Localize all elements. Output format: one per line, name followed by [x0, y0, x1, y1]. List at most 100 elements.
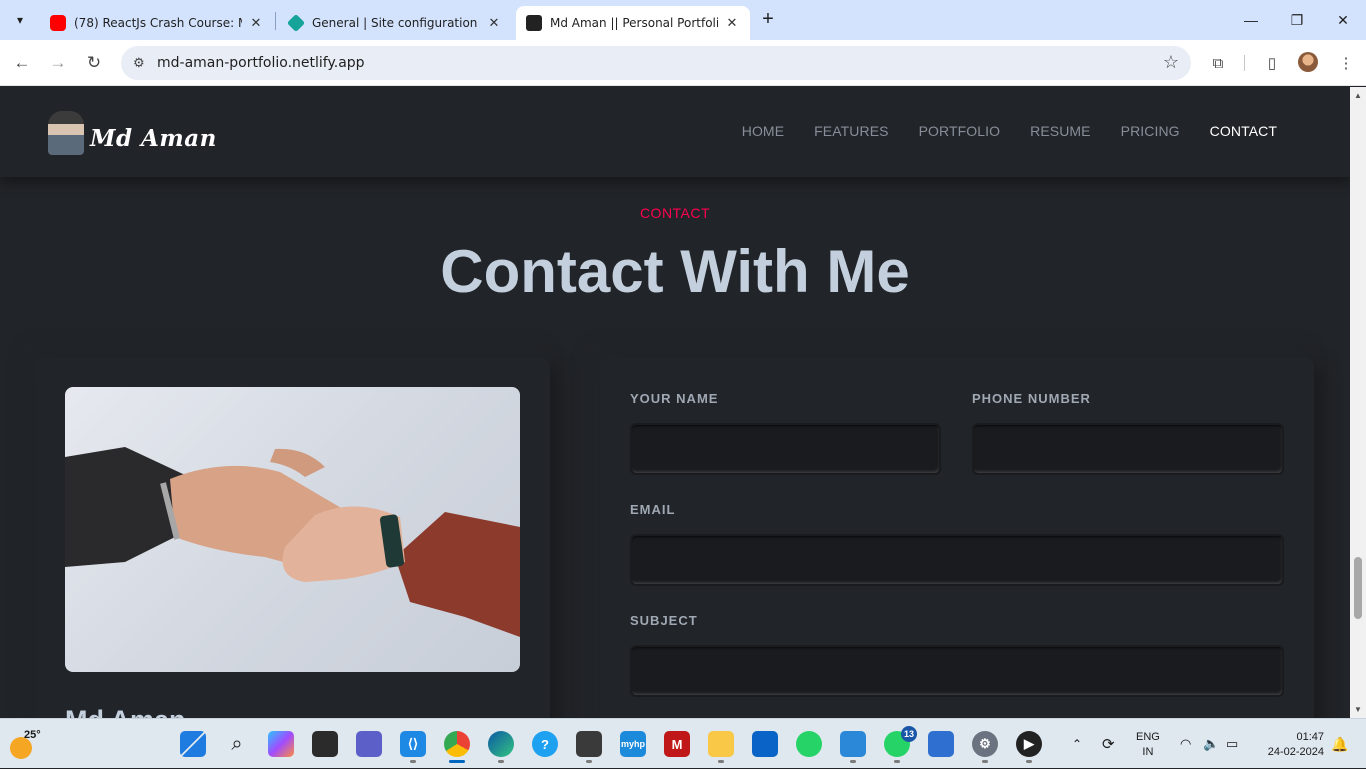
tab-title: General | Site configuration | m [312, 16, 480, 30]
wifi-icon[interactable]: ◠ [1180, 719, 1191, 769]
tab-title: (78) ReactJs Crash Course: Mast [74, 16, 242, 30]
netlify-icon [286, 13, 306, 33]
scroll-up-arrow-icon[interactable]: ▲ [1354, 91, 1362, 100]
system-clock[interactable]: 01:47 24-02-2024 [1258, 730, 1324, 760]
weather-temp: 25° [24, 729, 41, 741]
bookmark-star-icon[interactable]: ☆ [1163, 52, 1179, 73]
nav-features[interactable]: FEATURES [814, 123, 888, 139]
running-indicator [410, 760, 416, 763]
section-title: Contact With Me [440, 238, 910, 305]
file-explorer-icon[interactable] [708, 731, 734, 757]
running-indicator [894, 760, 900, 763]
email-label: EMAIL [630, 502, 676, 517]
back-button[interactable]: ← [8, 49, 36, 77]
subject-label: SUBJECT [630, 613, 698, 628]
scrollbar-thumb[interactable] [1354, 557, 1362, 619]
tab-divider [275, 12, 276, 30]
close-icon[interactable]: ✕ [724, 16, 740, 31]
language-code: ENG [1136, 731, 1160, 743]
clock-time: 01:47 [1296, 731, 1324, 743]
nav-home[interactable]: HOME [742, 123, 784, 139]
myhp-icon[interactable]: myhp [620, 731, 646, 757]
vscode-icon[interactable]: ⟨⟩ [400, 731, 426, 757]
logo-avatar[interactable] [48, 111, 84, 155]
main-nav: HOME FEATURES PORTFOLIO RESUME PRICING C… [742, 123, 1277, 139]
nav-contact[interactable]: CONTACT [1210, 123, 1277, 139]
tab-search-button[interactable]: ▾ [6, 6, 34, 34]
notepad-icon[interactable] [928, 731, 954, 757]
nav-portfolio[interactable]: PORTFOLIO [919, 123, 1001, 139]
youtube-icon [50, 15, 66, 31]
help-icon[interactable]: ? [532, 731, 558, 757]
portfolio-favicon [526, 15, 542, 31]
running-indicator [982, 760, 988, 763]
photos-icon[interactable] [840, 731, 866, 757]
restore-button[interactable]: ❐ [1274, 0, 1320, 40]
battery-icon[interactable]: ▭ [1226, 719, 1238, 769]
sync-icon[interactable]: ⟳ [1102, 719, 1115, 769]
notification-bell-icon[interactable]: 🔔 [1331, 719, 1348, 769]
nav-pricing[interactable]: PRICING [1121, 123, 1180, 139]
name-input[interactable] [630, 423, 941, 475]
address-bar[interactable]: ⚙ md-aman-portfolio.netlify.app ☆ [121, 46, 1191, 80]
extensions-icon[interactable]: ⧉ [1206, 51, 1230, 75]
teams-chat-icon[interactable] [356, 731, 382, 757]
running-indicator [586, 760, 592, 763]
page-scrollbar[interactable]: ▲ ▼ [1350, 87, 1366, 718]
whatsapp-web-icon[interactable] [796, 731, 822, 757]
copilot-icon[interactable] [268, 731, 294, 757]
chevron-up-icon[interactable]: ⌃ [1072, 719, 1082, 769]
tab-strip: ▾ (78) ReactJs Crash Course: Mast ✕ Gene… [0, 0, 1366, 40]
browser-toolbar: ← → ↻ ⚙ md-aman-portfolio.netlify.app ☆ … [0, 40, 1366, 86]
active-indicator [449, 760, 465, 763]
close-icon[interactable]: ✕ [248, 16, 264, 31]
search-icon[interactable]: ⌕ [224, 731, 250, 757]
ms-store-icon[interactable] [752, 731, 778, 757]
contact-form-card: YOUR NAME PHONE NUMBER EMAIL SUBJECT [600, 357, 1314, 718]
windows-taskbar: 25° ⌕ ⟨⟩ ? myhp M 13 ⚙ ▶ ⌃ ⟳ ENG IN ◠ 🔈 … [0, 718, 1366, 768]
scroll-down-arrow-icon[interactable]: ▼ [1354, 705, 1362, 714]
region-code: IN [1142, 746, 1154, 758]
handshake-image [65, 387, 520, 672]
minimize-button[interactable]: — [1228, 0, 1274, 40]
running-indicator [850, 760, 856, 763]
email-input[interactable] [630, 534, 1284, 586]
menu-kebab-icon[interactable]: ⋮ [1334, 51, 1358, 75]
task-view-icon[interactable] [312, 731, 338, 757]
whatsapp-icon[interactable]: 13 [884, 726, 917, 757]
language-indicator[interactable]: ENG IN [1136, 730, 1160, 760]
phone-label: PHONE NUMBER [972, 391, 1091, 406]
site-info-icon[interactable]: ⚙ [133, 55, 149, 71]
nav-resume[interactable]: RESUME [1030, 123, 1091, 139]
tab-youtube[interactable]: (78) ReactJs Crash Course: Mast ✕ [40, 6, 274, 40]
edge-icon[interactable] [488, 731, 514, 757]
reload-button[interactable]: ↻ [80, 49, 108, 77]
media-player-icon[interactable]: ▶ [1016, 731, 1042, 757]
contact-info-card: Md Aman [36, 357, 550, 718]
tab-netlify[interactable]: General | Site configuration | m ✕ [278, 6, 512, 40]
weather-widget[interactable]: 25° [10, 729, 42, 759]
chrome-icon[interactable] [444, 731, 470, 757]
windows-start-icon[interactable] [180, 731, 206, 757]
url-text[interactable]: md-aman-portfolio.netlify.app [157, 55, 365, 71]
close-icon[interactable]: ✕ [486, 16, 502, 31]
tab-portfolio[interactable]: Md Aman || Personal Portfolio ✕ [516, 6, 750, 40]
phone-input[interactable] [972, 423, 1284, 475]
logo-text[interactable]: Md Aman [90, 125, 217, 152]
profile-avatar[interactable] [1298, 52, 1318, 72]
forward-button[interactable]: → [44, 49, 72, 77]
media-app-icon[interactable] [576, 731, 602, 757]
mcafee-icon[interactable]: M [664, 731, 690, 757]
settings-gear-icon[interactable]: ⚙ [972, 731, 998, 757]
running-indicator [498, 760, 504, 763]
subject-input[interactable] [630, 645, 1284, 697]
side-panel-icon[interactable]: ▯ [1260, 51, 1284, 75]
page-viewport: Md Aman HOME FEATURES PORTFOLIO RESUME P… [0, 87, 1350, 718]
running-indicator [718, 760, 724, 763]
section-subtitle: CONTACT [639, 205, 711, 221]
new-tab-button[interactable]: + [756, 8, 780, 32]
volume-icon[interactable]: 🔈 [1203, 719, 1219, 769]
toolbar-divider [1244, 55, 1245, 71]
clock-date: 24-02-2024 [1267, 746, 1324, 758]
close-window-button[interactable]: ✕ [1320, 0, 1366, 40]
